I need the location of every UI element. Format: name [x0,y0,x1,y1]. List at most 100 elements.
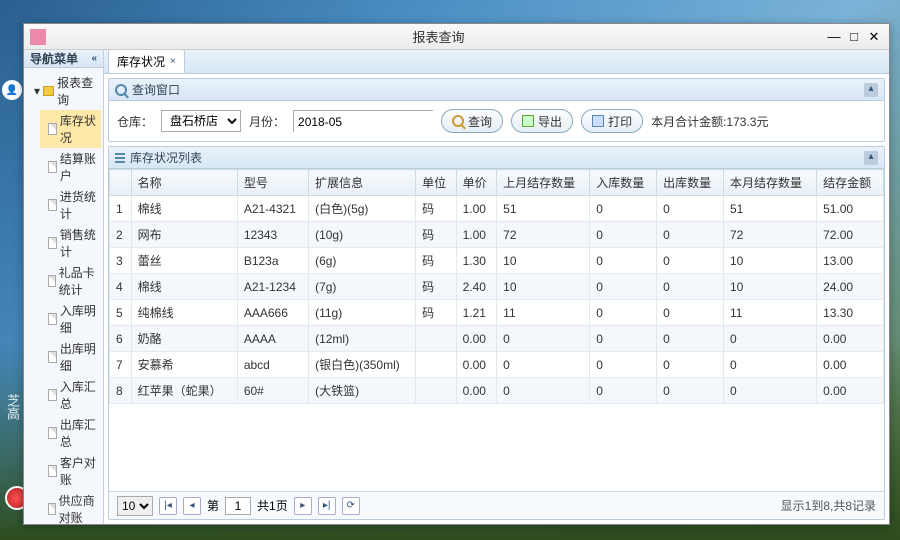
cell: 码 [416,222,457,248]
month-input[interactable] [294,111,457,133]
data-grid[interactable]: 名称型号扩展信息单位单价上月结存数量入库数量出库数量本月结存数量结存金额 1棉线… [109,169,884,491]
cell: 蕾丝 [131,248,237,274]
panel-collapse-button[interactable]: ▴ [864,151,878,165]
cell: 3 [110,248,132,274]
nav-item[interactable]: 出库汇总 [40,414,101,452]
grid-panel-title: 库存状况列表 [130,149,202,166]
tab-close-icon[interactable]: × [170,56,176,67]
column-header[interactable] [110,170,132,196]
column-header[interactable]: 结存金额 [817,170,884,196]
column-header[interactable]: 出库数量 [657,170,724,196]
nav-item[interactable]: 进货统计 [40,186,101,224]
export-button[interactable]: 导出 [511,109,573,133]
window-title: 报表查询 [52,27,825,46]
maximize-button[interactable]: □ [845,29,863,45]
tree-root[interactable]: ▾ 报表查询 [26,72,101,110]
warehouse-select[interactable]: 盘石桥店 [161,110,241,132]
print-button[interactable]: 打印 [581,109,643,133]
column-header[interactable]: 单位 [416,170,457,196]
nav-item[interactable]: 出库明细 [40,338,101,376]
table-row[interactable]: 7安慕希abcd(银白色)(350ml)0.0000000.00 [110,352,884,378]
cell [416,326,457,352]
cell: 0 [590,222,657,248]
search-button[interactable]: 查询 [441,109,503,133]
cell: 纯棉线 [131,300,237,326]
tab-label: 库存状况 [117,53,165,70]
collapse-nav-icon[interactable]: « [91,53,97,64]
first-page-button[interactable]: |◂ [159,497,177,515]
nav-item[interactable]: 客户对账 [40,452,101,490]
minimize-button[interactable]: — [825,29,843,45]
refresh-button[interactable]: ⟳ [342,497,360,515]
cell: 11 [723,300,816,326]
cell: 棉线 [131,196,237,222]
column-header[interactable]: 单价 [456,170,497,196]
grid-panel: 库存状况列表 ▴ 名称型号扩展信息单位单价上月结存数量入库数量出库数量本月结存数… [108,146,885,520]
panel-collapse-button[interactable]: ▴ [864,83,878,97]
tree-root-label: 报表查询 [57,74,101,108]
export-icon [522,115,534,127]
next-page-button[interactable]: ▸ [294,497,312,515]
cell: 奶酪 [131,326,237,352]
nav-item[interactable]: 供应商对账 [40,490,101,524]
doc-icon [48,351,57,363]
nav-item-label: 入库明细 [60,302,101,336]
cell: (白色)(5g) [309,196,416,222]
column-header[interactable]: 扩展信息 [309,170,416,196]
column-header[interactable]: 本月结存数量 [723,170,816,196]
table-row[interactable]: 1棉线A21-4321(白色)(5g)码1.0051005151.00 [110,196,884,222]
table-row[interactable]: 2网布12343(10g)码1.0072007272.00 [110,222,884,248]
nav-header: 导航菜单 « [24,50,103,68]
desktop-icon[interactable]: 👤 [2,80,22,100]
prev-page-button[interactable]: ◂ [183,497,201,515]
page-label-post: 共1页 [257,497,288,514]
column-header[interactable]: 名称 [131,170,237,196]
desktop-icons: 👤 [2,80,22,100]
cell: B123a [237,248,308,274]
doc-icon [48,465,57,477]
column-header[interactable]: 入库数量 [590,170,657,196]
nav-item[interactable]: 库存状况 [40,110,101,148]
doc-icon [48,123,57,135]
column-header[interactable]: 上月结存数量 [497,170,590,196]
nav-item[interactable]: 销售统计 [40,224,101,262]
nav-tree: ▾ 报表查询 库存状况结算账户进货统计销售统计礼品卡统计入库明细出库明细入库汇总出… [24,68,103,524]
table-row[interactable]: 3蕾丝B123a(6g)码1.3010001013.00 [110,248,884,274]
close-button[interactable]: ✕ [865,29,883,45]
watermark: 芝高 [3,394,22,420]
cell: 72 [497,222,590,248]
nav-item[interactable]: 礼品卡统计 [40,262,101,300]
cell: 码 [416,196,457,222]
cell: 72.00 [817,222,884,248]
nav-item[interactable]: 入库汇总 [40,376,101,414]
cell: 0.00 [817,352,884,378]
nav-item[interactable]: 入库明细 [40,300,101,338]
table-row[interactable]: 6奶酪AAAA(12ml)0.0000000.00 [110,326,884,352]
cell: 安慕希 [131,352,237,378]
cell: 72 [723,222,816,248]
table-row[interactable]: 8红苹果（蛇果）60#(大铁篮)0.0000000.00 [110,378,884,404]
nav-item[interactable]: 结算账户 [40,148,101,186]
column-header[interactable]: 型号 [237,170,308,196]
cell: AAA666 [237,300,308,326]
cell: 51 [723,196,816,222]
tab-inventory[interactable]: 库存状况 × [108,50,185,73]
cell: 10 [723,248,816,274]
table-row[interactable]: 5纯棉线AAA666(11g)码1.2111001113.30 [110,300,884,326]
cell: (大铁篮) [309,378,416,404]
cell: 0 [590,326,657,352]
expand-icon: ▾ [34,84,40,98]
cell: 红苹果（蛇果） [131,378,237,404]
warehouse-label: 仓库： [117,113,153,130]
last-page-button[interactable]: ▸| [318,497,336,515]
cell: 0 [657,248,724,274]
table-row[interactable]: 4棉线A21-1234(7g)码2.4010001024.00 [110,274,884,300]
search-icon [115,84,127,96]
page-input[interactable] [225,497,251,515]
page-size-select[interactable]: 10 [117,496,153,516]
cell: 51.00 [817,196,884,222]
cell: 0 [657,326,724,352]
cell: 0 [497,352,590,378]
cell: 0 [657,222,724,248]
nav-item-label: 销售统计 [60,226,101,260]
